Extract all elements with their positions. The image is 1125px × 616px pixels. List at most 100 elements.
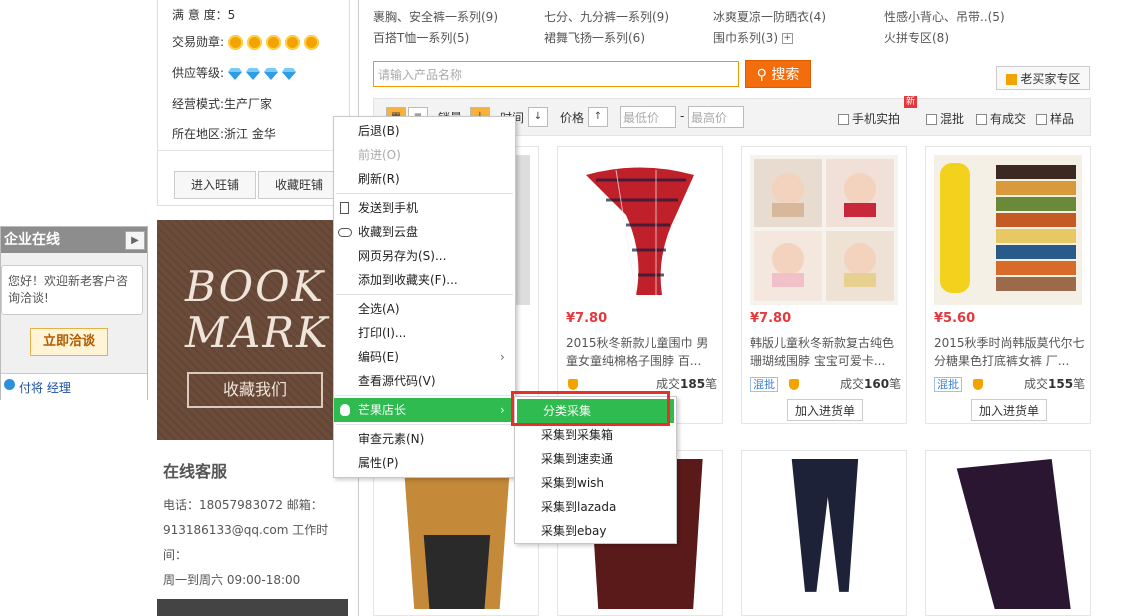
mixed-filter[interactable]: 混批: [926, 110, 964, 127]
shop-info-panel: 满 意 度：5 交易勋章: 供应等级: 经营模式:生产厂家 所在地区:浙江 金华: [157, 0, 350, 150]
menu-print[interactable]: 打印(I)...: [334, 321, 515, 345]
category-link[interactable]: 冰爽夏凉一防晒衣(4): [713, 8, 826, 25]
category-link[interactable]: 性感小背心、吊带..(5): [884, 8, 1005, 25]
sort-price-arrow-icon[interactable]: ↑: [588, 107, 608, 127]
min-price-input[interactable]: 最低价: [620, 106, 676, 128]
collect-wangpu-button[interactable]: 收藏旺铺: [258, 171, 340, 199]
category-link[interactable]: 火拼专区(8): [884, 29, 949, 46]
menu-add-favorite[interactable]: 添加到收藏夹(F)...: [334, 268, 515, 292]
new-badge: 新: [904, 96, 918, 108]
diamond-icon: [227, 67, 242, 80]
product-card[interactable]: [741, 450, 907, 616]
submenu-collect-to-ebay[interactable]: 采集到ebay: [515, 519, 676, 543]
shield-icon: [973, 379, 983, 390]
submenu-collect-to-smt[interactable]: 采集到速卖通: [515, 447, 676, 471]
medal-icon: [284, 35, 300, 50]
category-link[interactable]: 七分、九分裤一系列(9): [544, 8, 669, 25]
online-title: 企业在线: [4, 232, 60, 248]
trade-medal-row: 交易勋章:: [172, 33, 323, 50]
product-card[interactable]: [925, 450, 1091, 616]
mixed-label: 混批: [940, 112, 965, 126]
supply-level-label: 供应等级:: [172, 66, 225, 80]
sample-checkbox[interactable]: [1036, 114, 1047, 125]
product-title-line2[interactable]: 分糖果色打底裤女裤 厂...: [934, 351, 1084, 371]
add-to-cart-button[interactable]: 加入进货单: [971, 399, 1047, 421]
product-title-line1[interactable]: 2015秋季时尚韩版莫代尔七: [934, 333, 1084, 353]
product-search-input[interactable]: 请输入产品名称: [373, 61, 739, 87]
product-image: [753, 459, 895, 609]
shop-buttons: 进入旺铺 收藏旺铺: [157, 150, 350, 206]
greeting-text: 您好！欢迎新老客户咨询洽谈!: [8, 274, 129, 305]
sample-filter[interactable]: 样品: [1036, 110, 1074, 127]
medal-icon: [265, 35, 281, 50]
product-image: [750, 155, 898, 305]
mobile-photo-filter[interactable]: 手机实拍: [838, 110, 900, 127]
collapse-arrow-icon[interactable]: ▶: [125, 231, 145, 250]
menu-view-source[interactable]: 查看源代码(V): [334, 369, 515, 393]
product-price: ¥7.80: [750, 311, 792, 326]
has-deal-filter[interactable]: 有成交: [976, 110, 1026, 127]
has-deal-checkbox[interactable]: [976, 114, 987, 125]
menu-forward[interactable]: 前进(O): [334, 143, 515, 167]
sold-prefix: 成交: [656, 377, 681, 391]
medal-icon: [246, 35, 262, 50]
max-price-input[interactable]: 最高价: [688, 106, 744, 128]
product-card[interactable]: ¥7.80 2015秋冬新款儿童围巾 男 童女童纯棉格子围脖 百... 成交18…: [557, 146, 723, 424]
product-title-line1[interactable]: 2015秋冬新款儿童围巾 男: [566, 333, 716, 353]
phone-icon: [340, 202, 349, 214]
product-card[interactable]: ¥7.80 韩版儿童秋冬新款复古纯色 珊瑚绒围脖 宝宝可爱卡... 混批 成交1…: [741, 146, 907, 424]
menu-select-all[interactable]: 全选(A): [334, 297, 515, 321]
category-link[interactable]: 裹胸、安全裤一系列(9): [373, 8, 498, 25]
menu-save-as[interactable]: 网页另存为(S)...: [334, 244, 515, 268]
sold-unit: 笔: [705, 377, 718, 391]
menu-send-to-phone[interactable]: 发送到手机: [334, 196, 515, 220]
supply-level-row: 供应等级:: [172, 64, 300, 81]
product-title-line2[interactable]: 珊瑚绒围脖 宝宝可爱卡...: [750, 351, 900, 371]
menu-encoding[interactable]: 编码(E) ›: [334, 345, 515, 369]
bookmark-collect-button[interactable]: 收藏我们: [187, 372, 323, 408]
menu-mango-label: 芒果店长: [358, 403, 407, 417]
mobile-photo-checkbox[interactable]: [838, 114, 849, 125]
submenu-collect-to-lazada[interactable]: 采集到lazada: [515, 495, 676, 519]
medal-icon: [303, 35, 319, 50]
old-buyer-zone-button[interactable]: 老买家专区: [996, 66, 1090, 90]
enter-wangpu-button[interactable]: 进入旺铺: [174, 171, 256, 199]
menu-properties[interactable]: 属性(P): [334, 451, 515, 475]
category-link-with-expand[interactable]: 围巾系列(3) +: [713, 29, 793, 46]
menu-back[interactable]: 后退(B): [334, 119, 515, 143]
sold-prefix: 成交: [1024, 377, 1049, 391]
submenu-collect-to-box[interactable]: 采集到采集箱: [515, 423, 676, 447]
sold-count: 成交160笔: [840, 375, 901, 392]
search-icon: ⚲: [756, 67, 767, 83]
product-title-line1[interactable]: 韩版儿童秋冬新款复古纯色: [750, 333, 900, 353]
trade-medal-label: 交易勋章:: [172, 35, 225, 49]
bookmark-line1: BOOK: [185, 262, 325, 311]
context-menu: 后退(B) 前进(O) 刷新(R) 发送到手机 收藏到云盘 网页另存为(S)..…: [333, 116, 516, 478]
mixed-checkbox[interactable]: [926, 114, 937, 125]
sort-time-arrow-icon[interactable]: ↓: [528, 107, 548, 127]
medal-icons: [227, 35, 323, 50]
menu-separator: [336, 294, 513, 295]
menu-mango-shopkeeper[interactable]: 芒果店长 ›: [334, 398, 515, 422]
category-link[interactable]: 裙舞飞扬一系列(6): [544, 29, 645, 46]
product-title-line2[interactable]: 童女童纯棉格子围脖 百...: [566, 351, 716, 371]
menu-save-to-cloud[interactable]: 收藏到云盘: [334, 220, 515, 244]
submenu-collect-to-wish[interactable]: 采集到wish: [515, 471, 676, 495]
add-to-cart-button[interactable]: 加入进货单: [787, 399, 863, 421]
cloud-icon: [338, 228, 352, 237]
sort-price-label[interactable]: 价格: [560, 109, 584, 126]
search-button[interactable]: ⚲ 搜索: [745, 60, 811, 88]
menu-refresh[interactable]: 刷新(R): [334, 167, 515, 191]
menu-send-to-phone-label: 发送到手机: [358, 201, 419, 215]
product-card[interactable]: ¥5.60 2015秋季时尚韩版莫代尔七 分糖果色打底裤女裤 厂... 混批 成…: [925, 146, 1091, 424]
category-link[interactable]: 百搭T恤一系列(5): [373, 29, 469, 46]
bookmark-banner[interactable]: BOOK MARK 收藏我们: [157, 220, 348, 440]
talk-now-button[interactable]: 立即洽谈: [30, 328, 108, 356]
menu-inspect[interactable]: 审查元素(N): [334, 427, 515, 451]
sold-unit: 笔: [1073, 377, 1086, 391]
online-footer: 付将 经理: [1, 373, 147, 400]
expand-plus-icon[interactable]: +: [781, 33, 793, 44]
bookmark-line2: MARK: [185, 308, 330, 357]
contact-name[interactable]: 付将 经理: [19, 379, 71, 396]
bottom-banner-image: [157, 599, 348, 616]
